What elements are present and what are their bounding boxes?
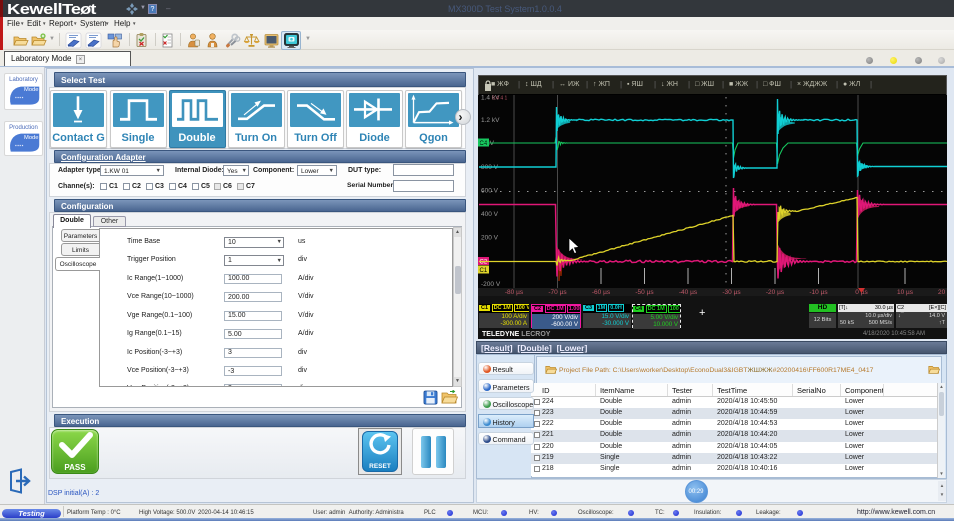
- svg-text:20 µs: 20 µs: [938, 289, 947, 296]
- svg-text:10 µs: 10 µs: [897, 289, 914, 296]
- svg-text:-50 µs: -50 µs: [635, 289, 654, 296]
- svg-text:400 V: 400 V: [481, 211, 499, 218]
- svg-text:600 V: 600 V: [481, 188, 499, 195]
- svg-text:-70 µs: -70 µs: [548, 289, 567, 296]
- svg-text:C2: C2: [480, 260, 488, 266]
- svg-text:C4: C4: [480, 141, 488, 147]
- svg-text:C1: C1: [480, 268, 488, 274]
- svg-text:-200 V: -200 V: [481, 281, 501, 288]
- svg-text:-20 µs: -20 µs: [766, 289, 785, 296]
- svg-text:200 V: 200 V: [481, 235, 499, 242]
- svg-text:-10 µs: -10 µs: [809, 289, 828, 296]
- svg-text:-80 µs: -80 µs: [505, 289, 524, 296]
- svg-text:0.4 4 1: 0.4 4 1: [492, 96, 508, 102]
- svg-text:-30 µs: -30 µs: [722, 289, 741, 296]
- svg-text:1.2 kV: 1.2 kV: [481, 117, 500, 124]
- svg-text:-40 µs: -40 µs: [679, 289, 698, 296]
- svg-text:-60 µs: -60 µs: [592, 289, 611, 296]
